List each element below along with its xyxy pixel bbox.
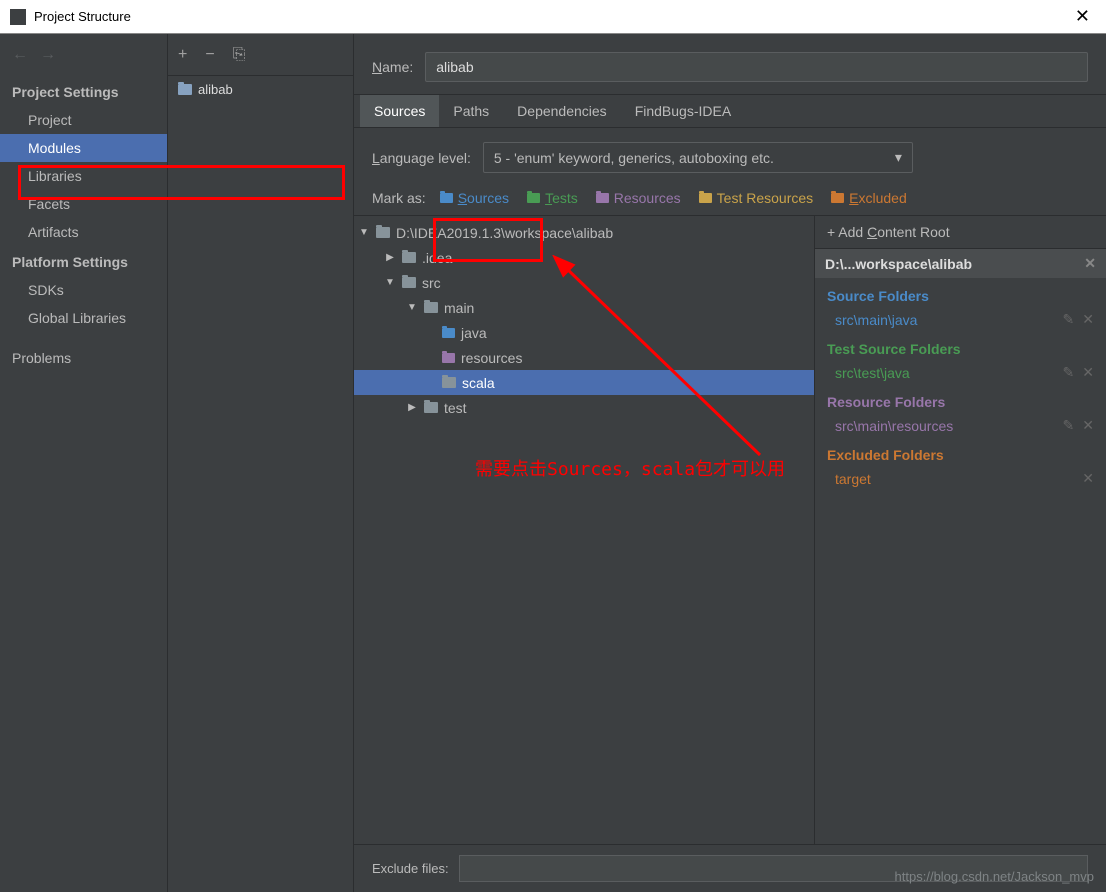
excluded-folder-item[interactable]: target✕ [815,467,1106,490]
close-icon[interactable]: ✕ [1082,311,1094,328]
content-root-path: D:\...workspace\alibab [825,256,972,272]
mark-resources-button[interactable]: Resources [592,187,685,209]
back-icon[interactable]: ← [12,46,28,64]
remove-module-icon[interactable]: − [205,46,214,64]
folder-icon [402,252,416,263]
edit-icon[interactable]: ✎ [1063,417,1075,434]
content-panel: Name: Sources Paths Dependencies FindBug… [354,34,1106,892]
language-level-select[interactable]: 5 - 'enum' keyword, generics, autoboxing… [483,142,913,173]
sidebar-item-libraries[interactable]: Libraries [0,162,167,190]
edit-icon[interactable]: ✎ [1063,364,1075,381]
resource-folder-item[interactable]: src\main\resources✎✕ [815,414,1106,437]
tab-sources[interactable]: Sources [360,95,439,127]
folder-icon [178,84,192,95]
tree-row[interactable]: ▶.idea [354,245,814,270]
tree-row[interactable]: ▼main [354,295,814,320]
sidebar-item-project[interactable]: Project [0,106,167,134]
folder-icon [831,193,844,203]
folder-icon [402,277,416,288]
source-folders-heading: Source Folders [815,278,1106,308]
sidebar-item-global-libs[interactable]: Global Libraries [0,304,167,332]
exclude-files-label: Exclude files: [372,861,449,876]
folder-icon [376,227,390,238]
edit-icon[interactable]: ✎ [1063,311,1075,328]
close-icon[interactable]: ✕ [1082,364,1094,381]
sidebar-nav: ← → [0,34,167,76]
platform-settings-heading: Platform Settings [0,246,167,276]
close-icon[interactable]: ✕ [1069,6,1096,27]
tree-row-selected[interactable]: scala [354,370,814,395]
resource-folders-heading: Resource Folders [815,384,1106,414]
sidebar: ← → Project Settings Project Modules Lib… [0,34,168,892]
project-settings-heading: Project Settings [0,76,167,106]
close-icon[interactable]: ✕ [1082,470,1094,487]
main-container: ← → Project Settings Project Modules Lib… [0,34,1106,892]
mark-as-row: Mark as: Sources Tests Resources Test Re… [354,187,1106,215]
folder-icon [442,328,455,338]
folder-icon [424,402,438,413]
mark-tests-button[interactable]: Tests [523,187,582,209]
language-level-row: Language level: 5 - 'enum' keyword, gene… [354,128,1106,187]
add-module-icon[interactable]: + [178,46,187,64]
workspace: ▼D:\IDEA2019.1.3\workspace\alibab ▶.idea… [354,215,1106,844]
excluded-folders-heading: Excluded Folders [815,437,1106,467]
exclude-files-row: Exclude files: [354,844,1106,892]
folder-icon [440,193,453,203]
module-name-input[interactable] [425,52,1088,82]
tab-findbugs[interactable]: FindBugs-IDEA [621,95,745,127]
content-root-panel: + Add Content Root D:\...workspace\aliba… [814,216,1106,844]
name-row: Name: [354,34,1106,95]
tree-row[interactable]: ▼D:\IDEA2019.1.3\workspace\alibab [354,220,814,245]
folder-icon [699,193,712,203]
mark-test-resources-button[interactable]: Test Resources [695,187,817,209]
module-name: alibab [198,82,233,97]
source-tree-panel: ▼D:\IDEA2019.1.3\workspace\alibab ▶.idea… [354,216,814,844]
module-entry[interactable]: alibab [168,76,353,103]
language-level-value: 5 - 'enum' keyword, generics, autoboxing… [494,150,774,166]
name-label: Name: [372,59,413,75]
mark-as-label: Mark as: [372,190,426,206]
add-content-root-button[interactable]: + Add Content Root [815,216,1106,249]
language-level-label: Language level: [372,150,471,166]
tab-dependencies[interactable]: Dependencies [503,95,621,127]
source-tree: ▼D:\IDEA2019.1.3\workspace\alibab ▶.idea… [354,216,814,424]
module-list-panel: + − ⎘ alibab [168,34,354,892]
chevron-down-icon: ▾ [895,149,902,166]
sidebar-item-sdks[interactable]: SDKs [0,276,167,304]
close-icon[interactable]: ✕ [1082,417,1094,434]
forward-icon[interactable]: → [40,46,56,64]
app-icon [10,9,26,25]
watermark: https://blog.csdn.net/Jackson_mvp [895,869,1094,884]
copy-module-icon[interactable]: ⎘ [233,46,246,64]
test-folders-heading: Test Source Folders [815,331,1106,361]
tab-paths[interactable]: Paths [439,95,503,127]
folder-icon [596,193,609,203]
tree-row[interactable]: ▶test [354,395,814,420]
module-toolbar: + − ⎘ [168,34,353,76]
sidebar-item-problems[interactable]: Problems [0,344,167,372]
folder-icon [442,353,455,363]
sidebar-item-facets[interactable]: Facets [0,190,167,218]
window-title: Project Structure [34,9,1069,24]
tree-row[interactable]: resources [354,345,814,370]
titlebar: Project Structure ✕ [0,0,1106,34]
folder-icon [442,377,456,388]
folder-icon [424,302,438,313]
close-icon[interactable]: ✕ [1084,255,1096,272]
mark-excluded-button[interactable]: Excluded [827,187,911,209]
mark-sources-button[interactable]: Sources [436,187,513,209]
tree-row[interactable]: ▼src [354,270,814,295]
source-folder-item[interactable]: src\main\java✎✕ [815,308,1106,331]
tree-row[interactable]: java [354,320,814,345]
test-folder-item[interactable]: src\test\java✎✕ [815,361,1106,384]
module-tabs: Sources Paths Dependencies FindBugs-IDEA [354,95,1106,128]
content-root-header[interactable]: D:\...workspace\alibab ✕ [815,249,1106,278]
sidebar-item-modules[interactable]: Modules [0,134,167,162]
sidebar-item-artifacts[interactable]: Artifacts [0,218,167,246]
folder-icon [527,193,540,203]
